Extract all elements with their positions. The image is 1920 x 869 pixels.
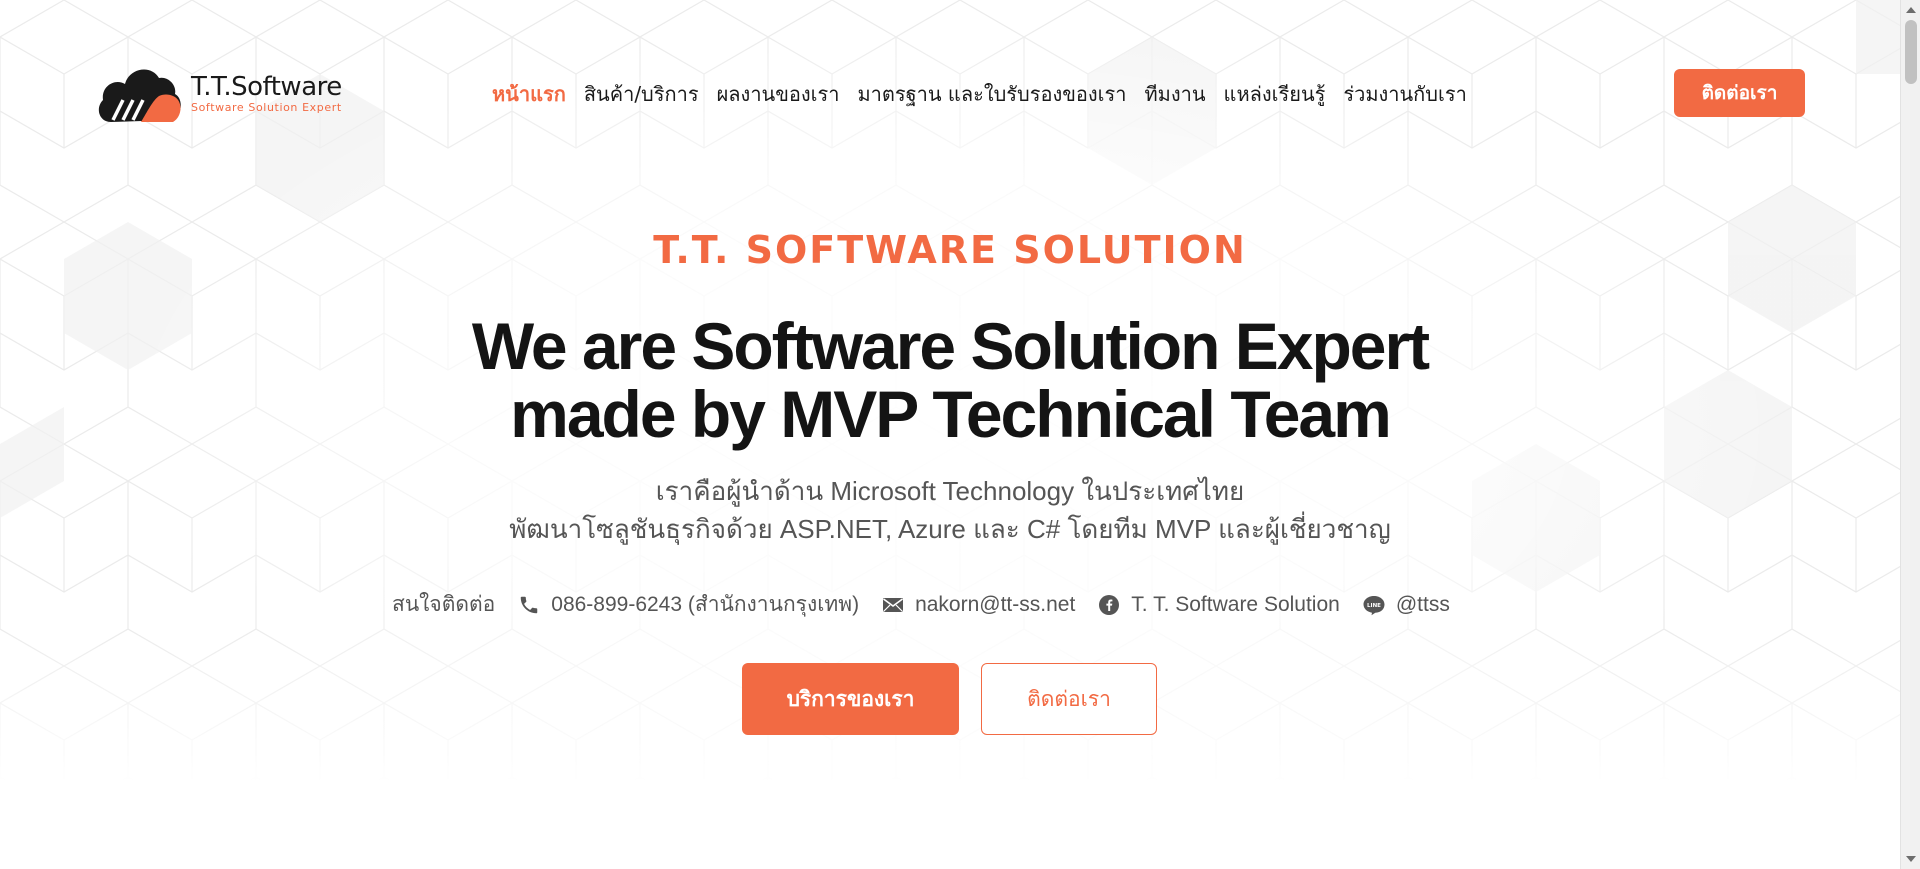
- page-scrollbar[interactable]: [1900, 0, 1920, 869]
- our-services-button[interactable]: บริการของเรา: [742, 663, 959, 735]
- cloud-logo-icon: [98, 69, 181, 122]
- nav-item-products-services[interactable]: สินค้า/บริการ: [584, 78, 699, 110]
- contact-label: สนใจติดต่อ: [392, 593, 496, 616]
- headline-line-2: made by MVP Technical Team: [510, 377, 1392, 451]
- contact-facebook[interactable]: T. T. Software Solution: [1097, 593, 1340, 617]
- hero-headline: We are Software Solution Expert made by …: [0, 312, 1900, 448]
- logo-name: T.T.Software: [191, 72, 342, 102]
- nav-item-learning[interactable]: แหล่งเรียนรู้: [1224, 78, 1326, 110]
- logo-tagline: Software Solution Expert: [191, 101, 342, 114]
- contact-us-header-button[interactable]: ติดต่อเรา: [1674, 69, 1805, 117]
- nav-item-team[interactable]: ทีมงาน: [1145, 78, 1206, 110]
- contact-facebook-text: T. T. Software Solution: [1131, 592, 1340, 616]
- headline-line-1: We are Software Solution Expert: [471, 309, 1430, 383]
- scroll-up-arrow-icon[interactable]: [1906, 7, 1916, 13]
- contact-phone-text: 086-899-6243 (สำนักงานกรุงเทพ): [551, 593, 860, 616]
- phone-icon: [517, 593, 541, 617]
- subtitle-line-1: เราคือผู้นำด้าน Microsoft Technology ในป…: [655, 476, 1245, 506]
- contact-us-button[interactable]: ติดต่อเรา: [981, 663, 1157, 735]
- nav-item-careers[interactable]: ร่วมงานกับเรา: [1343, 78, 1466, 110]
- site-logo[interactable]: T.T.Software Software Solution Expert: [97, 60, 342, 126]
- page: T.T.Software Software Solution Expert หน…: [0, 0, 1920, 869]
- nav-item-home[interactable]: หน้าแรก: [492, 78, 566, 110]
- svg-text:LINE: LINE: [1367, 602, 1381, 608]
- scroll-down-arrow-icon[interactable]: [1906, 856, 1916, 862]
- nav-item-standards-certificates[interactable]: มาตรฐาน และใบรับรองของเรา: [857, 78, 1126, 110]
- line-icon: LINE: [1362, 593, 1386, 617]
- hero-eyebrow: T.T. SOFTWARE SOLUTION: [653, 228, 1247, 272]
- contact-email[interactable]: nakorn@tt-ss.net: [881, 593, 1075, 617]
- contact-phone[interactable]: 086-899-6243 (สำนักงานกรุงเทพ): [517, 588, 859, 621]
- contact-email-text: nakorn@tt-ss.net: [915, 592, 1076, 616]
- facebook-icon: [1097, 593, 1121, 617]
- main-nav: หน้าแรก สินค้า/บริการ ผลงานของเรา มาตรฐา…: [492, 78, 1467, 110]
- email-icon: [881, 593, 905, 617]
- contact-info-row: สนใจติดต่อ 086-899-6243 (สำนักงานกรุงเทพ…: [392, 588, 1450, 621]
- subtitle-line-2: พัฒนาโซลูชันธุรกิจด้วย ASP.NET, Azure แล…: [509, 514, 1391, 544]
- scrollbar-thumb[interactable]: [1905, 20, 1917, 84]
- contact-line[interactable]: LINE @ttss: [1362, 593, 1450, 617]
- nav-item-portfolio[interactable]: ผลงานของเรา: [717, 78, 840, 110]
- hero-subtitle: เราคือผู้นำด้าน Microsoft Technology ในป…: [0, 472, 1900, 548]
- contact-line-text: @ttss: [1395, 592, 1450, 616]
